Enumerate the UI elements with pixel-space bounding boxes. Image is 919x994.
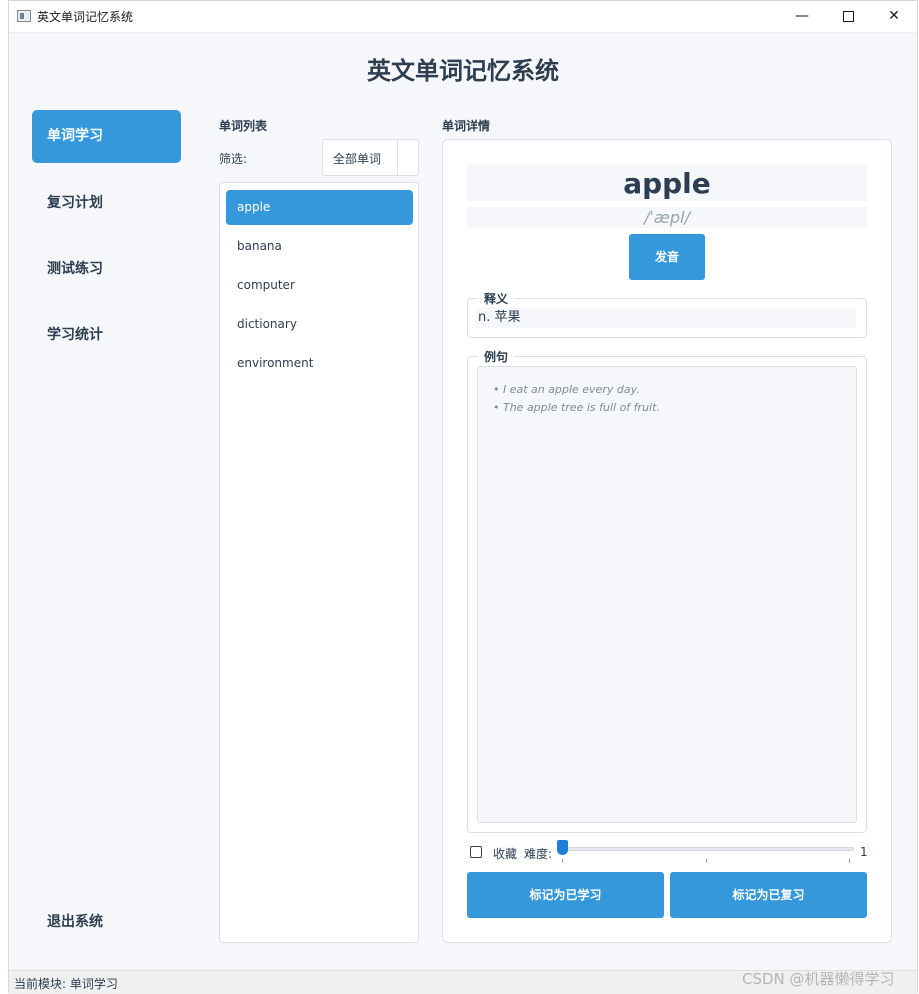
difficulty-value: 1	[860, 845, 868, 859]
examples-group-title: 例句	[478, 348, 515, 365]
word-list-item[interactable]: dictionary	[226, 307, 413, 342]
word-display: apple	[467, 164, 867, 201]
maximize-icon	[842, 10, 854, 22]
window-title: 英文单词记忆系统	[37, 10, 134, 24]
slider-tick	[849, 859, 850, 863]
meaning-group-title: 释义	[478, 290, 515, 307]
maximize-button[interactable]	[825, 1, 871, 32]
examples-text-area[interactable]: • I eat an apple every day. • The apple …	[477, 366, 857, 823]
examples-group: 例句 • I eat an apple every day. • The app…	[467, 348, 867, 833]
pronounce-button[interactable]: 发音	[629, 234, 705, 280]
app-window: 英文单词记忆系统 — ✕ 英文单词记忆系统 单词学习 复习计划 测试练习 学习统…	[8, 0, 918, 994]
difficulty-slider[interactable]	[563, 847, 854, 851]
filter-dropdown[interactable]: 全部单词	[322, 139, 419, 176]
phonetic-display: /ˈæpl/	[467, 207, 867, 228]
nav-study-stats[interactable]: 学习统计	[32, 309, 181, 362]
filter-value: 全部单词	[333, 152, 382, 166]
filter-label: 筛选:	[219, 152, 248, 166]
slider-tick	[562, 859, 563, 863]
difficulty-label: 难度:	[524, 847, 553, 861]
word-list-item[interactable]: apple	[226, 190, 413, 225]
nav-word-study[interactable]: 单词学习	[32, 110, 181, 163]
app-icon	[17, 10, 31, 22]
watermark: CSDN @机器懒得学习	[742, 970, 895, 988]
dropdown-divider	[397, 140, 398, 175]
exit-button[interactable]: 退出系统	[32, 896, 181, 949]
word-list-item[interactable]: computer	[226, 268, 413, 303]
meaning-group: 释义 n. 苹果	[467, 290, 867, 338]
word-list-item[interactable]: environment	[226, 346, 413, 381]
close-button[interactable]: ✕	[871, 1, 917, 32]
slider-tick	[706, 859, 707, 863]
minimize-button[interactable]: —	[779, 1, 825, 32]
example-sentence: • The apple tree is full of fruit.	[493, 401, 660, 414]
word-list[interactable]: apple banana computer dictionary environ…	[219, 182, 419, 943]
app-heading: 英文单词记忆系统	[367, 57, 559, 85]
meaning-text: n. 苹果	[476, 308, 856, 328]
mark-learned-button[interactable]: 标记为已学习	[467, 872, 664, 918]
word-list-item[interactable]: banana	[226, 229, 413, 264]
word-list-title: 单词列表	[219, 119, 268, 133]
title-bar: 英文单词记忆系统 — ✕	[9, 1, 917, 33]
word-detail-title: 单词详情	[442, 119, 491, 133]
nav-test-practice[interactable]: 测试练习	[32, 243, 181, 296]
favorite-label: 收藏	[493, 847, 518, 861]
status-text: 当前模块: 单词学习	[14, 977, 118, 991]
word-detail-panel: apple /ˈæpl/ 发音 释义 n. 苹果 例句 • I eat an a…	[442, 139, 892, 943]
favorite-checkbox[interactable]	[470, 846, 482, 858]
mark-reviewed-button[interactable]: 标记为已复习	[670, 872, 867, 918]
nav-review-plan[interactable]: 复习计划	[32, 177, 181, 230]
difficulty-slider-handle[interactable]	[557, 840, 568, 855]
example-sentence: • I eat an apple every day.	[493, 383, 640, 396]
